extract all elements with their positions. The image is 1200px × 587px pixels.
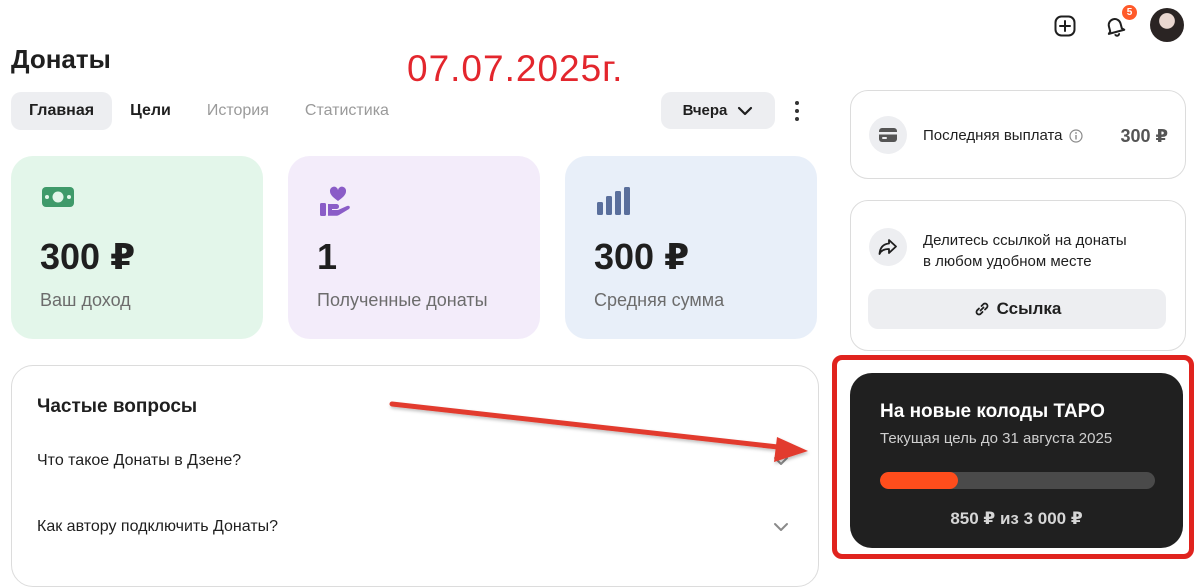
copy-link-button[interactable]: Ссылка <box>868 289 1166 329</box>
share-text-line2: в любом удобном месте <box>923 253 1092 270</box>
average-label: Средняя сумма <box>594 290 725 310</box>
stat-card-income: 300 ₽ Ваш доход <box>11 156 263 339</box>
faq-title: Частые вопросы <box>37 396 198 417</box>
tab-bar: Главная Цели История Статистика <box>11 92 407 130</box>
stat-card-average: 300 ₽ Средняя сумма <box>565 156 817 339</box>
donations-count-label: Полученные донаты <box>317 290 488 310</box>
info-icon[interactable] <box>1068 128 1083 143</box>
chevron-down-icon <box>738 106 753 115</box>
share-link-card: Делитесь ссылкой на донаты в любом удобн… <box>850 200 1186 351</box>
last-payout-card: Последняя выплата 300 ₽ <box>850 90 1186 179</box>
link-icon <box>975 302 988 316</box>
goal-deadline: Текущая цель до 31 августа 2025 <box>880 430 1113 447</box>
goal-title: На новые колоды ТАРО <box>880 401 1105 422</box>
last-payout-label: Последняя выплата <box>923 127 1063 144</box>
chevron-down-icon <box>774 523 788 531</box>
tab-statistics[interactable]: Статистика <box>287 92 407 130</box>
goal-amount: 850 ₽ из 3 000 ₽ <box>950 509 1083 528</box>
annotation-arrow <box>389 401 808 462</box>
last-payout-value: 300 ₽ <box>1120 126 1168 146</box>
share-text-line1: Делитесь ссылкой на донаты <box>923 232 1127 249</box>
income-value: 300 ₽ <box>40 236 136 277</box>
tab-main[interactable]: Главная <box>11 92 113 130</box>
notifications-button[interactable]: 5 <box>1097 5 1137 44</box>
bar-chart-icon <box>595 186 631 221</box>
period-label: Вчера <box>682 102 728 119</box>
goal-card[interactable]: На новые колоды ТАРО Текущая цель до 31 … <box>850 373 1183 548</box>
faq-question: Как автору подключить Донаты? <box>37 518 279 535</box>
period-dropdown[interactable]: Вчера <box>661 92 775 129</box>
money-icon <box>41 186 75 213</box>
income-label: Ваш доход <box>40 290 131 310</box>
more-menu-button[interactable] <box>785 97 809 125</box>
notification-badge: 5 <box>1122 5 1137 20</box>
stat-card-donations: 1 Полученные донаты <box>288 156 540 339</box>
heart-hand-icon <box>318 186 354 223</box>
tab-history[interactable]: История <box>189 92 287 130</box>
add-button[interactable] <box>1047 8 1083 44</box>
page-title: Донаты <box>11 44 111 74</box>
goal-progress-fill <box>880 472 958 489</box>
donations-count-value: 1 <box>317 236 338 277</box>
average-value: 300 ₽ <box>594 236 690 277</box>
tab-goals[interactable]: Цели <box>112 92 189 130</box>
date-annotation: 07.07.2025г. <box>407 48 624 89</box>
faq-item[interactable]: Как автору подключить Донаты? <box>37 518 789 536</box>
add-icon <box>1054 15 1076 37</box>
goal-progress-bar <box>880 472 1155 489</box>
faq-question: Что такое Донаты в Дзене? <box>37 452 242 469</box>
copy-link-label: Ссылка <box>996 299 1062 318</box>
share-icon <box>869 228 907 266</box>
card-icon <box>869 116 907 154</box>
avatar[interactable] <box>1150 8 1184 42</box>
